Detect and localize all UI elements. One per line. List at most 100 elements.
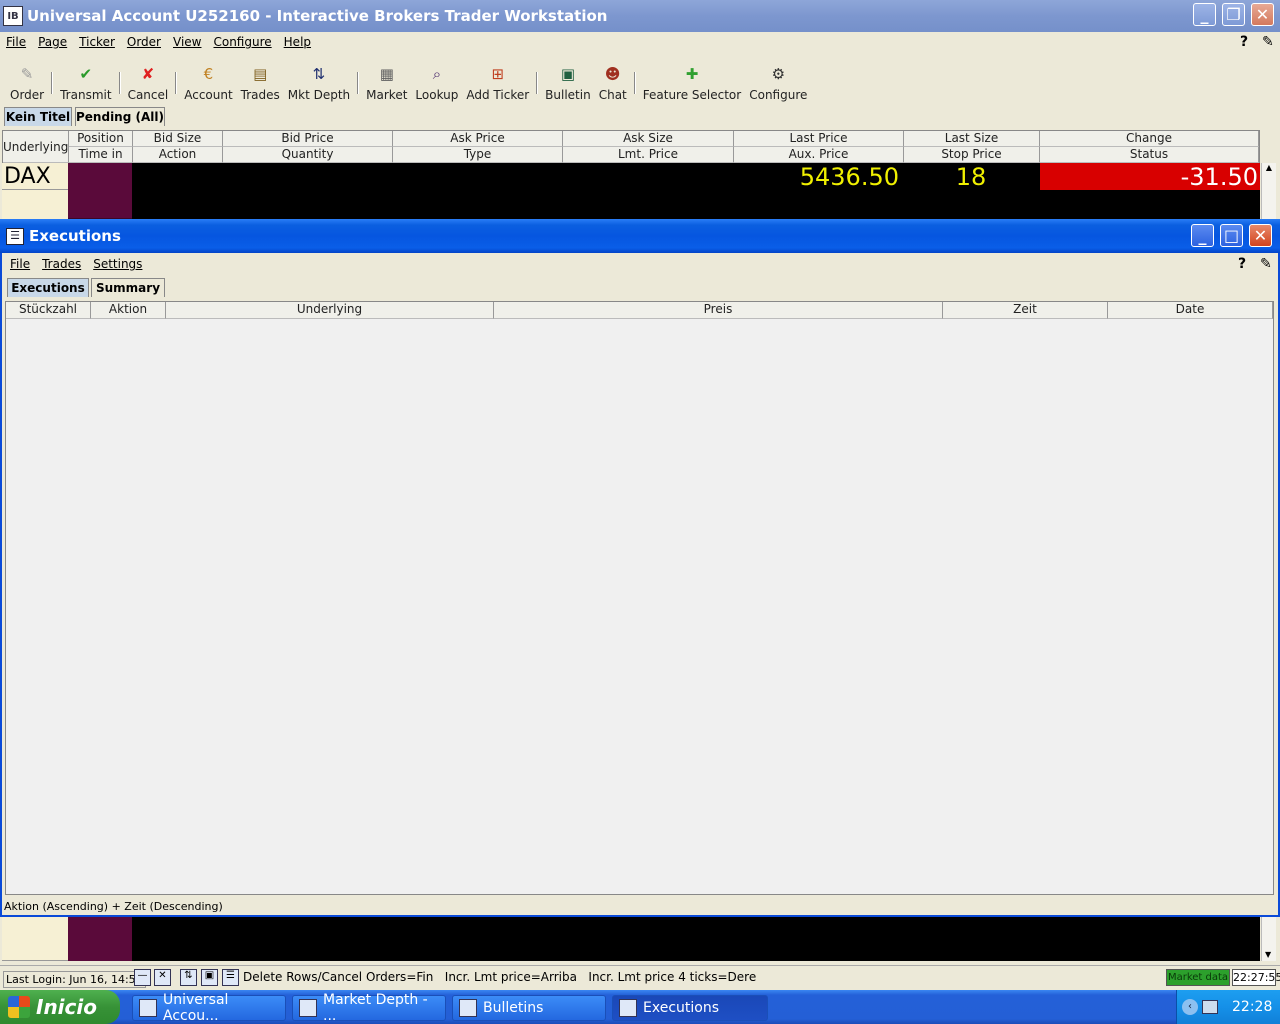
bulletin-window-icon xyxy=(459,999,477,1017)
minimize-all-icon[interactable]: — xyxy=(134,969,151,986)
col-underlying[interactable]: Underlying xyxy=(3,131,69,163)
close-button[interactable]: ✕ xyxy=(1251,3,1274,26)
underlying-cell[interactable]: DAX xyxy=(2,163,68,190)
underlying-cell-empty[interactable] xyxy=(2,190,68,219)
tab-pending-all[interactable]: Pending (All) xyxy=(75,107,165,126)
toolbar-separator xyxy=(175,72,178,94)
menu-file[interactable]: File xyxy=(6,35,26,49)
position-cell[interactable] xyxy=(68,163,132,219)
ticker-table-body: DAX 5436.50 18 -31.50 xyxy=(2,163,1260,219)
trades-button[interactable]: ▤ Trades xyxy=(237,56,284,102)
executions-maximize-button[interactable]: □ xyxy=(1220,224,1243,247)
executions-minimize-button[interactable]: _ xyxy=(1191,224,1214,247)
col-change[interactable]: Change xyxy=(1040,131,1259,147)
order-button[interactable]: ✎ Order xyxy=(6,56,48,102)
col-aktion[interactable]: Aktion xyxy=(91,302,166,319)
executions-title-bar[interactable]: ☰ Executions _ □ ✕ xyxy=(0,219,1280,253)
menu-help[interactable]: Help xyxy=(284,35,311,49)
col-lmt-price[interactable]: Lmt. Price xyxy=(563,147,734,163)
last-size-cell[interactable]: 18 xyxy=(903,163,1039,191)
col-underlying-exec[interactable]: Underlying xyxy=(166,302,494,319)
taskbar-item-market-depth[interactable]: Market Depth - ... xyxy=(292,992,446,1024)
restore-button[interactable]: ❐ xyxy=(1222,3,1245,26)
col-time-in-force[interactable]: Time in F... xyxy=(69,147,133,176)
col-bid-size[interactable]: Bid Size xyxy=(133,131,223,147)
windows-logo-icon xyxy=(8,996,30,1018)
ib-logo-icon: IB xyxy=(3,6,23,26)
executions-close-button[interactable]: ✕ xyxy=(1249,224,1272,247)
bulletin-button[interactable]: ▣ Bulletin xyxy=(541,56,595,102)
ticker-scrollbar[interactable]: ▲ xyxy=(1261,163,1276,219)
add-ticker-button[interactable]: ⊞ Add Ticker xyxy=(462,56,533,102)
lower-scrollbar[interactable]: ▼ xyxy=(1261,917,1276,961)
change-cell[interactable]: -31.50 xyxy=(1040,163,1260,191)
lookup-icon: ⌕ xyxy=(432,65,442,83)
tray-arrow-icon[interactable]: ‹ xyxy=(1182,999,1198,1015)
market-depth-button[interactable]: ⇅ Mkt Depth xyxy=(284,56,354,102)
col-ask-size[interactable]: Ask Size xyxy=(563,131,734,147)
menu-view[interactable]: View xyxy=(173,35,201,49)
start-button[interactable]: Inicio xyxy=(0,990,120,1024)
chat-icon: ☻ xyxy=(604,65,621,83)
tab-kein-titel[interactable]: Kein Titel xyxy=(4,107,72,126)
last-price-cell[interactable]: 5436.50 xyxy=(733,163,901,191)
cancel-button[interactable]: ✘ Cancel xyxy=(124,56,173,102)
last-login: Last Login: Jun 16, 14:51 xyxy=(3,971,146,988)
taskbar-clock: 22:28 xyxy=(1232,999,1273,1015)
tab-summary[interactable]: Summary xyxy=(91,278,165,297)
pin-icon[interactable]: ✎ xyxy=(1262,34,1274,50)
lookup-button[interactable]: ⌕ Lookup xyxy=(411,56,462,102)
network-icon[interactable] xyxy=(1202,1000,1218,1014)
executions-window-title: Executions xyxy=(29,227,121,245)
collapse-icon[interactable]: ✕ xyxy=(154,969,171,986)
position-cell-empty[interactable] xyxy=(68,917,132,961)
tab-executions[interactable]: Executions xyxy=(7,278,89,297)
col-bid-price[interactable]: Bid Price xyxy=(223,131,393,147)
col-stop-price[interactable]: Stop Price xyxy=(904,147,1040,163)
col-status[interactable]: Status xyxy=(1040,147,1259,163)
taskbar-item-universal-account[interactable]: Universal Accou... xyxy=(132,992,286,1024)
configure-button[interactable]: ⚙ Configure xyxy=(745,56,811,102)
col-last-size[interactable]: Last Size xyxy=(904,131,1040,147)
feature-selector-button[interactable]: ✚ Feature Selector xyxy=(639,56,745,102)
market-button[interactable]: ▦ Market xyxy=(362,56,411,102)
col-aux-price[interactable]: Aux. Price xyxy=(734,147,904,163)
col-preis[interactable]: Preis xyxy=(494,302,943,319)
scroll-up-icon[interactable]: ▲ xyxy=(1262,163,1276,172)
col-date[interactable]: Date xyxy=(1108,302,1273,319)
transmit-button[interactable]: ✔ Transmit xyxy=(56,56,115,102)
bulletin-small-icon[interactable]: ▣ xyxy=(201,969,218,986)
menu-ticker[interactable]: Ticker xyxy=(79,35,115,49)
scroll-down-icon[interactable]: ▼ xyxy=(1265,950,1271,959)
underlying-cell-empty[interactable] xyxy=(2,917,68,961)
col-stueckzahl[interactable]: Stückzahl xyxy=(6,302,91,319)
add-ticker-icon: ⊞ xyxy=(491,65,505,83)
main-title-bar[interactable]: IB Universal Account U252160 - Interacti… xyxy=(0,0,1280,32)
taskbar-item-executions[interactable]: Executions xyxy=(612,995,768,1021)
chat-button[interactable]: ☻ Chat xyxy=(595,56,631,102)
account-button[interactable]: € Account xyxy=(180,56,236,102)
menu-configure[interactable]: Configure xyxy=(213,35,271,49)
exec-menu-settings[interactable]: Settings xyxy=(93,257,142,271)
exec-pin-icon[interactable]: ✎ xyxy=(1260,256,1272,272)
exec-question-icon[interactable]: ? xyxy=(1238,256,1246,272)
col-quantity[interactable]: Quantity xyxy=(223,147,393,163)
exec-menu-file[interactable]: File xyxy=(10,257,30,271)
col-action[interactable]: Action xyxy=(133,147,223,163)
taskbar-item-bulletins[interactable]: Bulletins xyxy=(452,995,606,1021)
market-depth-small-icon[interactable]: ⇅ xyxy=(180,969,197,986)
menu-page[interactable]: Page xyxy=(38,35,67,49)
start-label: Inicio xyxy=(36,995,97,1019)
col-zeit[interactable]: Zeit xyxy=(943,302,1108,319)
toolbar-separator xyxy=(357,72,360,94)
main-window-title: Universal Account U252160 - Interactive … xyxy=(27,7,608,25)
exec-menu-trades[interactable]: Trades xyxy=(42,257,81,271)
minimize-button[interactable]: _ xyxy=(1193,3,1216,26)
col-last-price[interactable]: Last Price xyxy=(734,131,904,147)
col-type[interactable]: Type xyxy=(393,147,563,163)
menu-order[interactable]: Order xyxy=(127,35,161,49)
col-position[interactable]: Position xyxy=(69,131,133,147)
col-ask-price[interactable]: Ask Price xyxy=(393,131,563,147)
question-icon[interactable]: ? xyxy=(1240,34,1248,50)
executions-small-icon[interactable]: ☰ xyxy=(222,969,239,986)
